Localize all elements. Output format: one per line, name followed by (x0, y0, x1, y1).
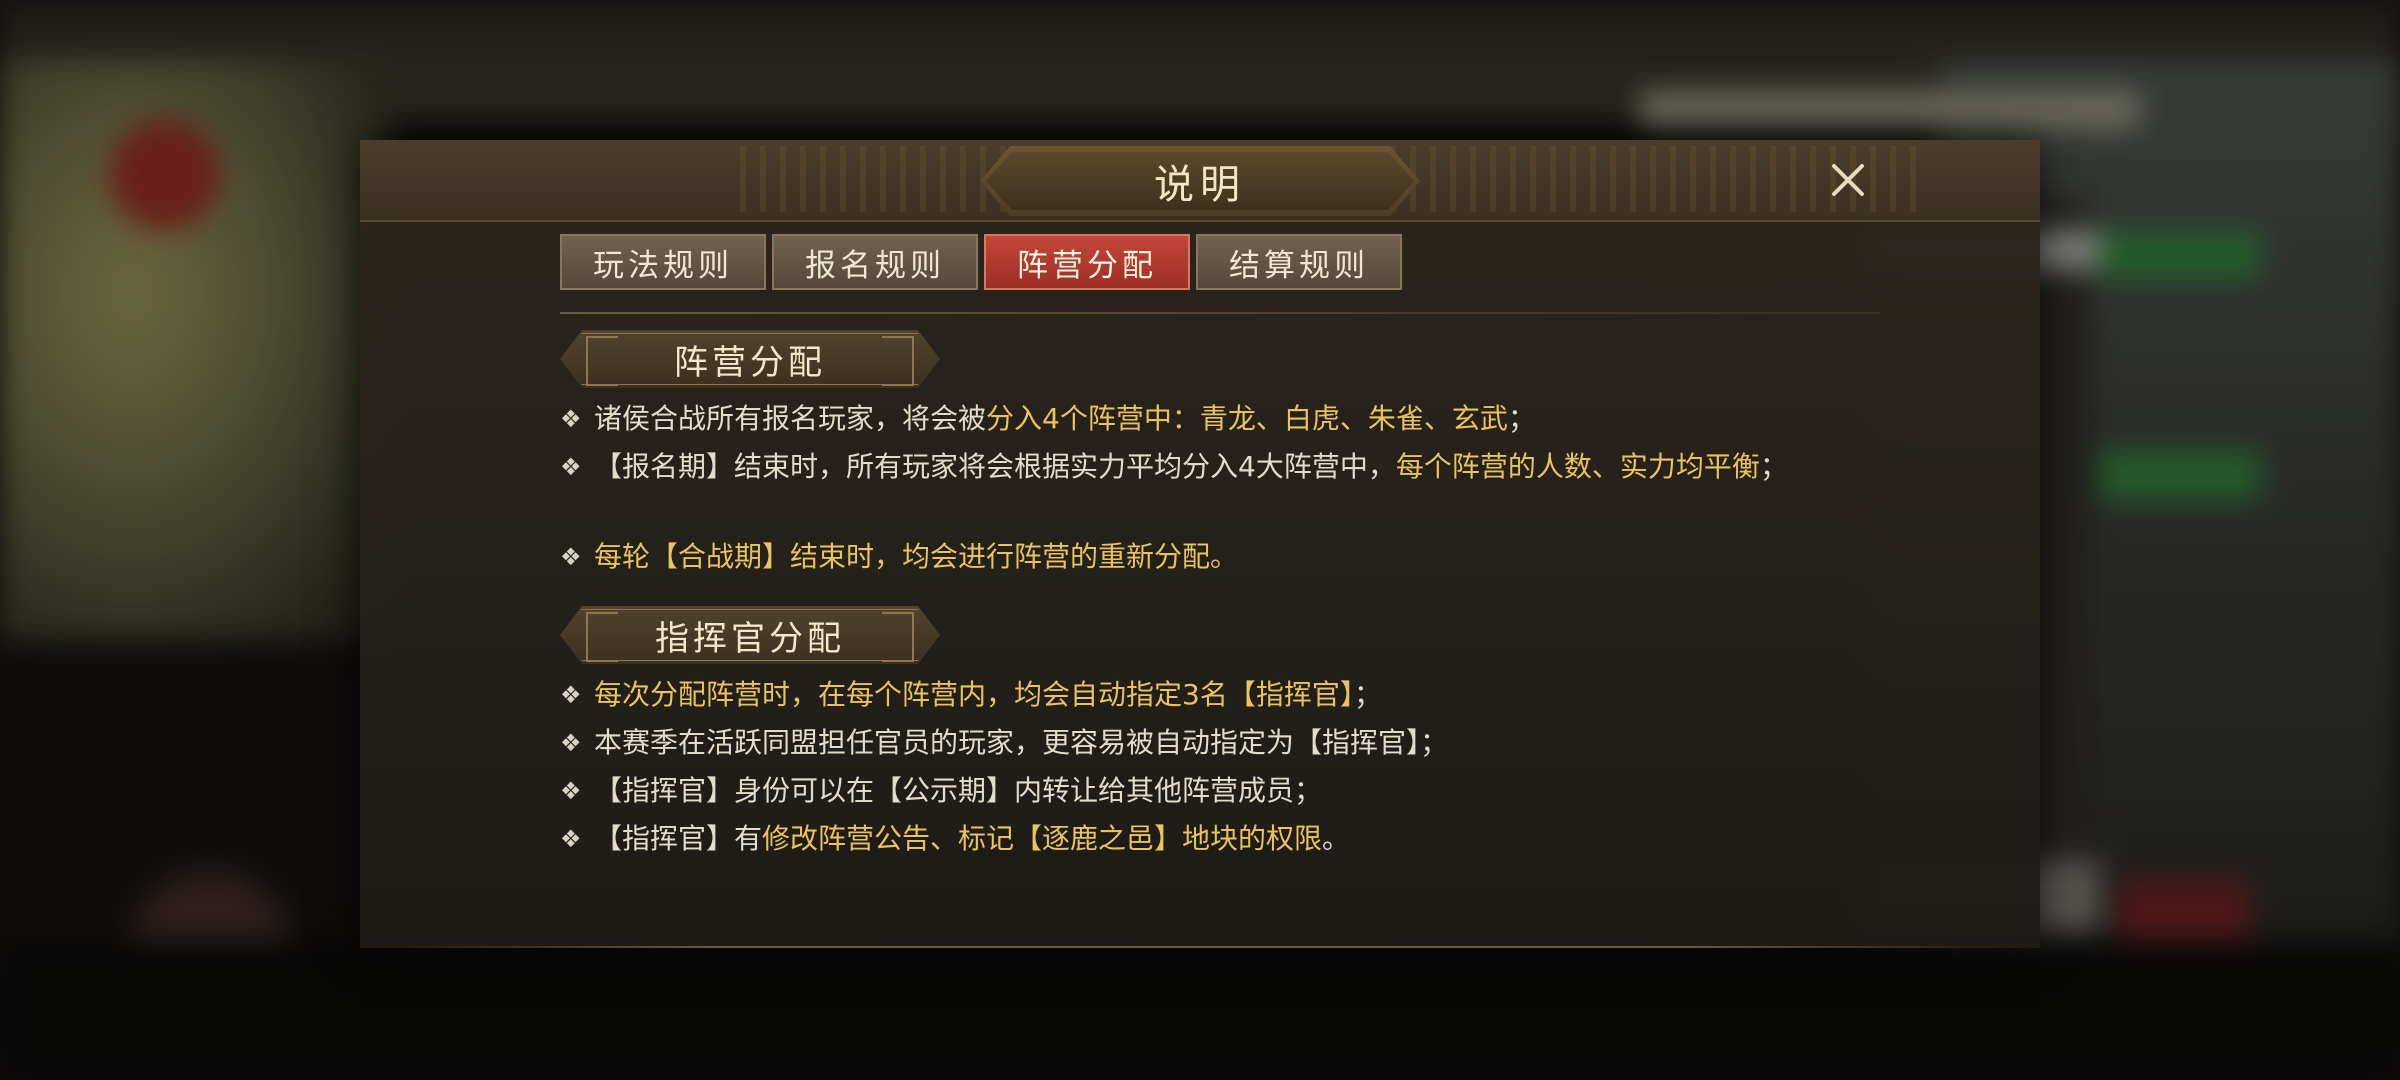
diamond-bullet-icon: ❖ (560, 825, 582, 853)
dialog-header: 说明 (360, 140, 2040, 222)
list-item: ❖ 诸侯合战所有报名玩家，将会被分入4个阵营中：青龙、白虎、朱雀、玄武； (560, 398, 1900, 440)
section-heading-commander: 指挥官分配 (560, 606, 940, 664)
section-heading-camp: 阵营分配 (560, 330, 940, 388)
close-button[interactable] (1822, 154, 1874, 206)
tab-gameplay-rules[interactable]: 玩法规则 (560, 234, 766, 290)
diamond-bullet-icon: ❖ (560, 729, 582, 757)
tab-signup-rules[interactable]: 报名规则 (772, 234, 978, 290)
divider (560, 312, 1880, 314)
list-item: ❖ 每轮【合战期】结束时，均会进行阵营的重新分配。 (560, 536, 1900, 578)
list-item: ❖ 【报名期】结束时，所有玩家将会根据实力平均分入4大阵营中，每个阵营的人数、实… (560, 446, 1900, 488)
rules-dialog: 说明 玩法规则 报名规则 阵营分配 结算规则 阵营分配 ❖ 诸侯合战所有报名玩家… (360, 140, 2040, 948)
list-item: ❖ 每次分配阵营时，在每个阵营内，均会自动指定3名【指挥官】； (560, 674, 1900, 716)
diamond-bullet-icon: ❖ (560, 453, 582, 481)
tab-bar: 玩法规则 报名规则 阵营分配 结算规则 (560, 234, 1402, 290)
list-item: ❖ 【指挥官】身份可以在【公示期】内转让给其他阵营成员； (560, 770, 1900, 812)
diamond-bullet-icon: ❖ (560, 777, 582, 805)
diamond-bullet-icon: ❖ (560, 681, 582, 709)
section-heading-label: 阵营分配 (674, 342, 826, 383)
diamond-bullet-icon: ❖ (560, 543, 582, 571)
close-x-icon (1832, 164, 1864, 196)
tab-settlement-rules[interactable]: 结算规则 (1196, 234, 1402, 290)
dialog-title: 说明 (986, 152, 1414, 210)
diamond-bullet-icon: ❖ (560, 405, 582, 433)
list-item: ❖ 本赛季在活跃同盟担任官员的玩家，更容易被自动指定为【指挥官】； (560, 722, 1900, 764)
list-item: ❖ 【指挥官】有修改阵营公告、标记【逐鹿之邑】地块的权限。 (560, 818, 1900, 860)
tab-camp-assignment[interactable]: 阵营分配 (984, 234, 1190, 290)
dialog-bottom-border (400, 946, 2000, 948)
section-heading-label: 指挥官分配 (655, 618, 845, 659)
